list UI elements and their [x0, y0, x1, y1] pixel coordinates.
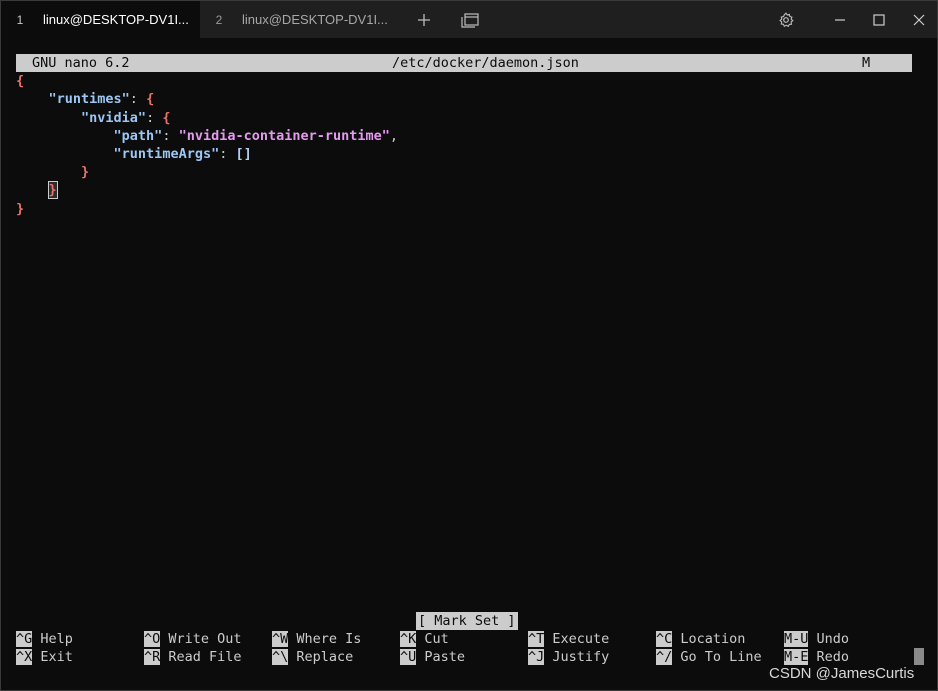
tab-number: 2 — [215, 12, 223, 27]
tab-title: linux@DESKTOP-DV1I... — [242, 12, 388, 27]
code-line: } — [16, 181, 912, 200]
shortcut-exit[interactable]: ^X Exit — [16, 648, 73, 666]
window-overlap-icon[interactable] — [457, 1, 483, 38]
shortcut-go-to-line[interactable]: ^/ Go To Line — [656, 648, 762, 666]
shortcut-undo[interactable]: M-U Undo — [784, 630, 849, 648]
nano-version: GNU nano 6.2 — [32, 55, 130, 71]
watermark: CSDN @JamesCurtis — [769, 665, 915, 682]
shortcut-where-is[interactable]: ^W Where Is — [272, 630, 361, 648]
shortcut-replace[interactable]: ^\ Replace — [272, 648, 353, 666]
json-key: "runtimes" — [48, 91, 130, 108]
shortcut-read-file[interactable]: ^R Read File — [144, 648, 242, 666]
tab-1[interactable]: 1 linux@DESKTOP-DV1I... — [1, 1, 200, 38]
tab-bar: 1 linux@DESKTOP-DV1I... 2 linux@DESKTOP-… — [1, 1, 937, 38]
shortcut-help[interactable]: ^G Help — [16, 630, 73, 648]
close-icon[interactable] — [906, 1, 932, 38]
shortcut-write-out[interactable]: ^O Write Out — [144, 630, 242, 648]
json-key: "nvidia" — [81, 109, 147, 126]
text-cursor: } — [47, 181, 58, 200]
shortcut-justify[interactable]: ^J Justify — [528, 648, 609, 666]
scrollbar-thumb[interactable] — [914, 648, 924, 665]
code-line: "nvidia": { — [81, 109, 171, 126]
tab-title: linux@DESKTOP-DV1I... — [43, 12, 189, 27]
code-line: } — [16, 200, 25, 217]
shortcut-redo[interactable]: M-E Redo — [784, 648, 849, 666]
code-line: "path": "nvidia-container-runtime", — [113, 127, 399, 144]
shortcut-location[interactable]: ^C Location — [656, 630, 745, 648]
json-string: "nvidia-container-runtime" — [178, 127, 390, 144]
json-key: "runtimeArgs" — [113, 145, 220, 162]
code-line: { — [16, 72, 912, 90]
terminal-window: 1 linux@DESKTOP-DV1I... 2 linux@DESKTOP-… — [0, 0, 938, 691]
json-key: "path" — [113, 127, 163, 144]
nano-title-bar: GNU nano 6.2 /etc/docker/daemon.json M — [16, 54, 912, 73]
terminal-content[interactable]: GNU nano 6.2 /etc/docker/daemon.json M {… — [16, 54, 912, 218]
code-line: } — [81, 164, 90, 181]
code-line: "runtimeArgs": [] — [113, 145, 252, 162]
status-message: [ Mark Set ] — [416, 612, 518, 630]
json-brace: { — [16, 73, 25, 90]
gear-icon[interactable] — [773, 1, 799, 38]
json-array: [] — [235, 145, 252, 162]
code-line: "runtimes": { — [48, 91, 155, 108]
maximize-icon[interactable] — [866, 1, 892, 38]
shortcut-cut[interactable]: ^K Cut — [400, 630, 449, 648]
shortcut-execute[interactable]: ^T Execute — [528, 630, 609, 648]
tab-number: 1 — [16, 12, 24, 27]
nano-filename: /etc/docker/daemon.json — [392, 55, 579, 71]
modified-flag: M — [862, 55, 871, 71]
shortcut-paste[interactable]: ^U Paste — [400, 648, 465, 666]
minimize-icon[interactable] — [827, 1, 853, 38]
plus-icon[interactable] — [411, 1, 437, 38]
tab-2[interactable]: 2 linux@DESKTOP-DV1I... — [200, 1, 400, 38]
